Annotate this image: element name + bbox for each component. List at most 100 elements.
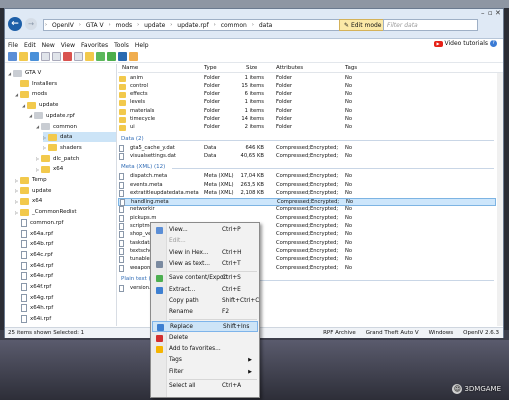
col-attributes[interactable]: Attributes — [276, 65, 303, 71]
forward-arrow-icon[interactable]: → — [25, 18, 37, 30]
save-icon[interactable] — [30, 52, 39, 61]
list-item[interactable]: events.meta Meta (XML) 263,5 KB Compressed;… — [118, 181, 496, 190]
context-menu-item-replace[interactable]: Replace Shift+Ins — [152, 321, 258, 333]
breadcrumb-gta-v[interactable]: GTA V — [82, 22, 108, 29]
edit-mode-button[interactable]: ✎ Edit mode — [339, 19, 387, 31]
col-tags[interactable]: Tags — [345, 65, 357, 71]
filter-input[interactable]: Filter data — [383, 19, 478, 31]
context-menu-item-rename[interactable]: Rename F2 — [152, 307, 258, 318]
minimize-icon[interactable]: – — [481, 9, 485, 17]
col-size[interactable]: Size — [246, 65, 257, 71]
breadcrumb-data[interactable]: data — [255, 22, 277, 29]
tree-item-common-rpf[interactable]: common.rpf — [15, 218, 63, 228]
menu-tools[interactable]: Tools — [111, 42, 132, 49]
context-menu-item-filter[interactable]: Filter ▶ — [152, 367, 258, 378]
list-item[interactable]: networkir Compressed;Encrypted; No — [118, 206, 496, 214]
tree-item-x64a-rpf[interactable]: x64a.rpf — [15, 229, 53, 239]
context-menu-item-view-in-hex[interactable]: View in Hex... Ctrl+H — [152, 248, 258, 259]
add-icon[interactable] — [96, 52, 105, 61]
export-icon[interactable] — [118, 52, 127, 61]
import-icon[interactable] — [107, 52, 116, 61]
tree-item-data[interactable]: ▷ data — [43, 132, 116, 143]
context-menu-item-delete[interactable]: Delete — [152, 333, 258, 344]
tree-item-dlc-patch[interactable]: ▷ dlc_patch — [36, 154, 79, 164]
list-item[interactable]: dispatch.meta Meta (XML) 17,04 KB Compresse… — [118, 173, 496, 181]
breadcrumb-update[interactable]: update — [140, 22, 169, 29]
list-item[interactable]: levels Folder 1 items Folder No — [118, 99, 496, 107]
breadcrumb-openiv[interactable]: OpenIV — [48, 22, 78, 29]
list-item[interactable]: gta5_cache_y.dat Data 646 KB Compressed;Enc… — [118, 144, 496, 153]
menu-favorites[interactable]: Favorites — [78, 42, 111, 49]
tree-item-x64g-rpf[interactable]: x64g.rpf — [15, 293, 53, 303]
tree-item--commonredist[interactable]: ▷ _CommonRedist — [15, 207, 77, 217]
tree-item-x64[interactable]: ▷ x64 — [36, 164, 63, 174]
group-header[interactable]: Plain text ( — [121, 276, 151, 282]
menu-edit[interactable]: Edit — [21, 42, 39, 49]
list-item[interactable]: visualsettings.dat Data 40,65 KB Compressed… — [118, 152, 496, 161]
tree-item-update[interactable]: ◢ update — [22, 100, 58, 110]
breadcrumb-mods[interactable]: mods — [112, 22, 136, 29]
properties-icon[interactable] — [52, 52, 61, 61]
tree-item-shaders[interactable]: ▷ shaders — [43, 143, 82, 153]
view-icon[interactable] — [41, 52, 50, 61]
group-header[interactable]: Data (2) — [121, 136, 144, 142]
menu-view[interactable]: View — [58, 42, 78, 49]
video-tutorials-link[interactable]: ▶ Video tutorials ? — [433, 40, 497, 47]
copy-icon[interactable] — [74, 52, 83, 61]
list-item[interactable]: materials Folder 1 items Folder No — [118, 108, 496, 116]
context-menu-item-select-all[interactable]: Select all Ctrl+A — [152, 381, 258, 392]
list-item[interactable]: effects Folder 6 items Folder No — [118, 91, 496, 99]
breadcrumb-update-rpf[interactable]: update.rpf — [173, 22, 212, 29]
menu-help[interactable]: Help — [132, 42, 152, 49]
tree-item-x64i-rpf[interactable]: x64i.rpf — [15, 314, 51, 324]
open-folder-icon[interactable] — [19, 52, 28, 61]
list-item[interactable]: timecycle Folder 14 items Folder No — [118, 116, 496, 124]
menu-new[interactable]: New — [39, 42, 58, 49]
tree-item-x64e-rpf[interactable]: x64e.rpf — [15, 271, 53, 281]
cell-attributes: Compressed;Encrypted; — [276, 152, 339, 159]
cell-attributes: Compressed;Encrypted; — [276, 214, 339, 221]
tree-item-mods[interactable]: ◢ mods — [15, 89, 47, 99]
context-menu-item-view[interactable]: View... Ctrl+P — [152, 225, 258, 236]
col-name[interactable]: Name — [122, 65, 138, 71]
tree-item-update-rpf[interactable]: ◢ update.rpf — [29, 111, 75, 121]
menu-file[interactable]: File — [5, 42, 21, 49]
col-type[interactable]: Type — [204, 65, 217, 71]
tree-item-x64h-rpf[interactable]: x64h.rpf — [15, 303, 53, 313]
address-bar[interactable]: › OpenIV › GTA V › mods › update › update.rpf › com… — [43, 19, 381, 31]
close-icon[interactable]: ✕ — [495, 9, 501, 17]
new-icon[interactable] — [8, 52, 17, 61]
context-menu-item-add-to-favorites[interactable]: Add to favorites... — [152, 344, 258, 355]
tree-item-x64b-rpf[interactable]: x64b.rpf — [15, 239, 53, 249]
tree-item-common[interactable]: ◢ common — [36, 122, 77, 132]
folder-tree: ◢ GTA V Installers ◢ mods ◢ update ◢ update.rpf ◢… — [5, 64, 117, 326]
context-menu-item-tags[interactable]: Tags ▶ — [152, 355, 258, 366]
breadcrumb-common[interactable]: common — [217, 22, 251, 29]
group-header[interactable]: Meta (XML) (12) — [121, 164, 165, 170]
tree-item-installers[interactable]: Installers — [15, 79, 57, 89]
tree-item-x64d-rpf[interactable]: x64d.rpf — [15, 261, 53, 271]
maximize-icon[interactable]: ▫ — [488, 9, 493, 17]
list-item[interactable]: ui Folder 2 items Folder No — [118, 124, 496, 132]
tree-item-update[interactable]: ▷ update — [15, 186, 51, 196]
delete-icon[interactable] — [63, 52, 72, 61]
tree-item-x64f-rpf[interactable]: x64f.rpf — [15, 282, 51, 292]
back-arrow-icon[interactable]: ← — [8, 17, 22, 31]
folder-icon[interactable] — [85, 52, 94, 61]
tree-item-gta-v[interactable]: ◢ GTA V — [8, 68, 41, 78]
tree-item-temp[interactable]: ▷ Temp — [15, 175, 47, 185]
list-item[interactable]: anim Folder 1 items Folder No — [118, 75, 496, 83]
list-item[interactable]: handling.meta Compressed;Encrypted; No — [118, 198, 496, 207]
help-icon[interactable]: ? — [490, 40, 497, 47]
context-menu-item-view-as-text[interactable]: View as text... Ctrl+T — [152, 259, 258, 270]
settings-icon[interactable] — [129, 52, 138, 61]
tree-item-x64[interactable]: ▷ x64 — [15, 196, 42, 206]
tree-item-x64c-rpf[interactable]: x64c.rpf — [15, 250, 53, 260]
cell-tags: No — [345, 239, 353, 246]
list-item[interactable]: extratitleupdatedata.meta Meta (XML) 2,108… — [118, 189, 496, 198]
list-item[interactable]: control Folder 15 items Folder No — [118, 83, 496, 91]
context-menu-item-extract[interactable]: Extract... Ctrl+E — [152, 285, 258, 296]
context-menu-item-save-content-export[interactable]: Save content/Export Ctrl+S — [152, 273, 258, 284]
context-menu-item-copy-path[interactable]: Copy path Shift+Ctrl+C — [152, 296, 259, 307]
vertical-scrollbar[interactable] — [497, 73, 503, 326]
